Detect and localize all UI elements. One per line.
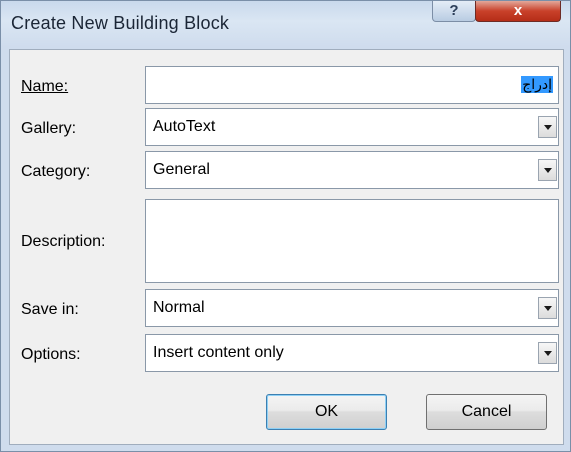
- description-label: Description:: [21, 233, 106, 250]
- help-button[interactable]: ?: [432, 1, 476, 22]
- category-dropdown-button[interactable]: [538, 159, 557, 181]
- close-icon: x: [513, 2, 523, 19]
- options-value: Insert content only: [153, 344, 284, 361]
- category-label: Category:: [21, 163, 91, 180]
- ok-button[interactable]: OK: [266, 394, 387, 430]
- category-select[interactable]: General: [145, 151, 559, 189]
- help-icon: ?: [449, 2, 459, 19]
- dialog-body: Name: إدراج Gallery: AutoText Category: …: [9, 49, 564, 445]
- gallery-label: Gallery:: [21, 120, 77, 137]
- dialog-title: Create New Building Block: [11, 13, 230, 33]
- options-label: Options:: [21, 346, 81, 363]
- name-label-text: Name:: [21, 78, 69, 95]
- gallery-dropdown-button[interactable]: [538, 116, 557, 138]
- name-label: Name:: [21, 78, 68, 96]
- name-value: إدراج: [521, 76, 553, 93]
- create-building-block-dialog: Create New Building Block ? x Name: إدرا…: [0, 0, 571, 452]
- save-in-value: Normal: [153, 299, 205, 316]
- gallery-value: AutoText: [153, 118, 216, 135]
- title-bar: Create New Building Block ? x: [1, 1, 571, 49]
- cancel-button[interactable]: Cancel: [426, 394, 547, 430]
- save-in-dropdown-button[interactable]: [538, 297, 557, 319]
- options-select[interactable]: Insert content only: [145, 334, 559, 372]
- name-input[interactable]: إدراج: [145, 66, 559, 104]
- gallery-select[interactable]: AutoText: [145, 108, 559, 146]
- save-in-label: Save in:: [21, 301, 79, 318]
- options-dropdown-button[interactable]: [538, 342, 557, 364]
- description-textarea[interactable]: [145, 199, 559, 283]
- save-in-select[interactable]: Normal: [145, 289, 559, 327]
- category-value: General: [153, 161, 210, 178]
- close-button[interactable]: x: [475, 1, 561, 22]
